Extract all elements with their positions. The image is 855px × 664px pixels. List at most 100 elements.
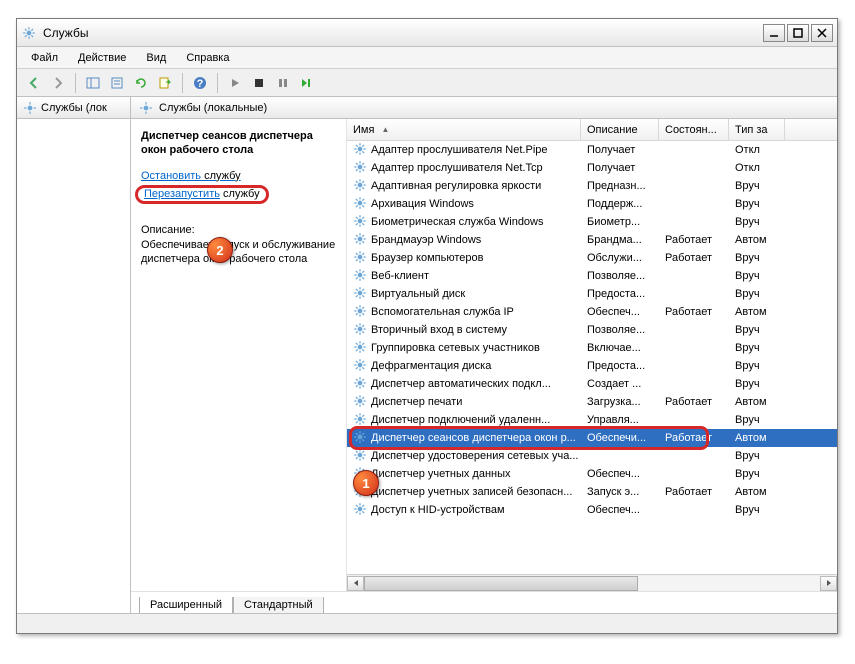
scroll-thumb[interactable]	[364, 576, 638, 591]
service-row[interactable]: Диспетчер учетных данныхОбеспеч...Вруч	[347, 465, 837, 483]
service-row[interactable]: Диспетчер печатиЗагрузка...РаботаетАвтом	[347, 393, 837, 411]
service-row[interactable]: Дефрагментация дискаПредоста...Вруч	[347, 357, 837, 375]
nav-root[interactable]: Службы (лок	[17, 97, 130, 119]
view-tabs: Расширенный Стандартный	[131, 591, 837, 613]
detail-pane: Диспетчер сеансов диспетчера окон рабоче…	[131, 119, 347, 591]
service-row[interactable]: Вспомогательная служба IPОбеспеч...Работ…	[347, 303, 837, 321]
service-row[interactable]: Вторичный вход в системуПозволяе...Вруч	[347, 321, 837, 339]
stop-service-button[interactable]	[248, 72, 270, 94]
nav-root-label: Службы (лок	[41, 102, 107, 114]
menubar: Файл Действие Вид Справка	[17, 47, 837, 69]
properties-button[interactable]	[106, 72, 128, 94]
service-desc-cell: Предназн...	[581, 180, 659, 192]
service-row[interactable]: Диспетчер автоматических подкл...Создает…	[347, 375, 837, 393]
help-button[interactable]: ?	[189, 72, 211, 94]
menu-help[interactable]: Справка	[178, 50, 237, 66]
service-list: Имя Описание Состоян... Тип за Адаптер п…	[347, 119, 837, 591]
service-row[interactable]: Адаптер прослушивателя Net.TcpПолучаетОт…	[347, 159, 837, 177]
service-desc-cell: Создает ...	[581, 378, 659, 390]
service-name-cell: Биометрическая служба Windows	[347, 214, 581, 231]
service-name-cell: Диспетчер удостоверения сетевых уча...	[347, 448, 581, 465]
service-name-cell: Адаптер прослушивателя Net.Pipe	[347, 142, 581, 159]
service-row[interactable]: Биометрическая служба WindowsБиометр...В…	[347, 213, 837, 231]
service-state-cell: Работает	[659, 432, 729, 444]
service-title: Диспетчер сеансов диспетчера окон рабоче…	[141, 129, 336, 158]
back-button[interactable]	[23, 72, 45, 94]
scroll-left-button[interactable]	[347, 576, 364, 591]
service-row[interactable]: Диспетчер сеансов диспетчера окон р...Об…	[347, 429, 837, 447]
service-state-cell: Работает	[659, 396, 729, 408]
service-type-cell: Откл	[729, 144, 785, 156]
menu-file[interactable]: Файл	[23, 50, 66, 66]
nav-tree[interactable]: Службы (лок	[17, 97, 131, 613]
service-row[interactable]: Архивация WindowsПоддерж...Вруч	[347, 195, 837, 213]
show-hide-tree-button[interactable]	[82, 72, 104, 94]
service-row[interactable]: Веб-клиентПозволяе... Вруч	[347, 267, 837, 285]
service-row[interactable]: Брандмауэр WindowsБрандма...РаботаетАвто…	[347, 231, 837, 249]
scroll-right-button[interactable]	[820, 576, 837, 591]
menu-action[interactable]: Действие	[70, 50, 134, 66]
service-type-cell: Автом	[729, 432, 785, 444]
service-row[interactable]: Группировка сетевых участниковВключае...…	[347, 339, 837, 357]
service-state-cell: Работает	[659, 252, 729, 264]
service-name-cell: Диспетчер печати	[347, 394, 581, 411]
gear-icon	[353, 214, 367, 231]
close-button[interactable]	[811, 24, 833, 42]
tab-standard[interactable]: Стандартный	[233, 597, 324, 613]
pause-service-button[interactable]	[272, 72, 294, 94]
column-name[interactable]: Имя	[347, 119, 581, 140]
service-desc-cell: Позволяе...	[581, 270, 659, 282]
menu-view[interactable]: Вид	[138, 50, 174, 66]
service-type-cell: Вруч	[729, 468, 785, 480]
list-rows[interactable]: Адаптер прослушивателя Net.PipeПолучает О…	[347, 141, 837, 574]
service-name-cell: Веб-клиент	[347, 268, 581, 285]
service-row[interactable]: Адаптивная регулировка яркостиПредназн..…	[347, 177, 837, 195]
tab-extended[interactable]: Расширенный	[139, 597, 233, 613]
service-row[interactable]: Диспетчер подключений удаленн...Управля.…	[347, 411, 837, 429]
service-desc-cell: Получает	[581, 144, 659, 156]
restart-service-button[interactable]	[296, 72, 318, 94]
service-row[interactable]: Диспетчер учетных записей безопасн...Зап…	[347, 483, 837, 501]
service-desc-cell: Получает	[581, 162, 659, 174]
service-row[interactable]: Адаптер прослушивателя Net.PipeПолучает О…	[347, 141, 837, 159]
service-row[interactable]: Диспетчер удостоверения сетевых уча...Вр…	[347, 447, 837, 465]
service-name-cell: Браузер компьютеров	[347, 250, 581, 267]
service-name-cell: Архивация Windows	[347, 196, 581, 213]
start-service-button[interactable]	[224, 72, 246, 94]
service-type-cell: Вруч	[729, 270, 785, 282]
service-type-cell: Вруч	[729, 360, 785, 372]
service-desc-cell: Обеспеч...	[581, 306, 659, 318]
gear-icon	[353, 340, 367, 357]
column-description[interactable]: Описание	[581, 119, 659, 140]
gear-icon	[353, 322, 367, 339]
export-button[interactable]	[154, 72, 176, 94]
horizontal-scrollbar[interactable]	[347, 574, 837, 591]
service-type-cell: Вруч	[729, 324, 785, 336]
maximize-button[interactable]	[787, 24, 809, 42]
gear-icon	[353, 178, 367, 195]
service-row[interactable]: Виртуальный дискПредоста...Вруч	[347, 285, 837, 303]
service-type-cell: Автом	[729, 396, 785, 408]
gear-icon	[353, 268, 367, 285]
column-state[interactable]: Состоян...	[659, 119, 729, 140]
service-row[interactable]: Браузер компьютеровОбслужи...РаботаетВру…	[347, 249, 837, 267]
service-type-cell: Вруч	[729, 288, 785, 300]
minimize-button[interactable]	[763, 24, 785, 42]
gear-icon	[353, 376, 367, 393]
gear-icon	[353, 358, 367, 375]
description-body: Обеспечивает запуск и обслуживание диспе…	[141, 238, 336, 267]
restart-link[interactable]: Перезапустить	[144, 188, 220, 200]
service-name-cell: Вспомогательная служба IP	[347, 304, 581, 321]
service-row[interactable]: Доступ к HID-устройствамОбеспеч...Вруч	[347, 501, 837, 519]
annotation-marker-1: 1	[353, 470, 379, 496]
stop-link[interactable]: Остановить службу	[141, 170, 336, 182]
service-desc-cell: Обеспеч...	[581, 468, 659, 480]
service-name-cell: Виртуальный диск	[347, 286, 581, 303]
forward-button[interactable]	[47, 72, 69, 94]
service-type-cell: Откл	[729, 162, 785, 174]
service-desc-cell: Поддерж...	[581, 198, 659, 210]
column-startup-type[interactable]: Тип за	[729, 119, 785, 140]
service-name-cell: Брандмауэр Windows	[347, 232, 581, 249]
gear-icon	[353, 196, 367, 213]
refresh-button[interactable]	[130, 72, 152, 94]
